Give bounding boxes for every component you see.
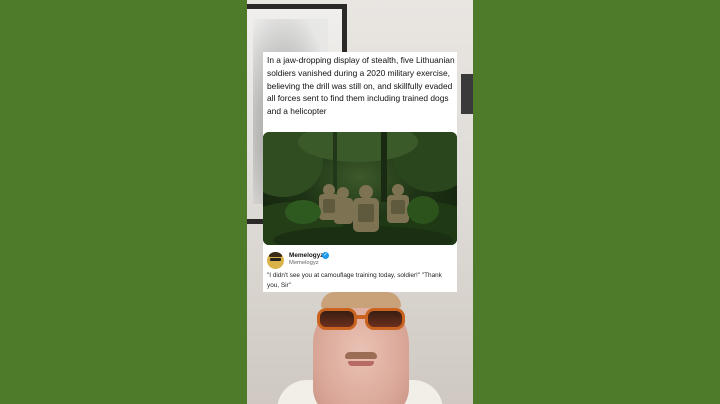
soldiers-illustration: [263, 132, 457, 245]
verified-badge-icon: ✓: [322, 252, 329, 259]
tweet-author-handle[interactable]: Memelogyz: [289, 260, 319, 266]
presenter-hair: [321, 292, 401, 308]
left-background-panel: [0, 0, 247, 404]
wall-fixture: [461, 74, 473, 114]
meme-caption: In a jaw-dropping display of stealth, fi…: [267, 55, 455, 117]
meme-card: In a jaw-dropping display of stealth, fi…: [263, 52, 457, 292]
avatar[interactable]: [267, 252, 284, 269]
right-background-panel: [473, 0, 720, 404]
soldiers-photo: [263, 132, 457, 245]
tweet-text: "I didn't see you at camouflage training…: [267, 272, 442, 289]
presenter: [247, 292, 473, 404]
video-frame[interactable]: In a jaw-dropping display of stealth, fi…: [247, 0, 473, 404]
sunglasses: [317, 308, 405, 332]
tweet-block: Memelogyz ✓ Memelogyz "I didn't see you …: [263, 249, 457, 292]
presenter-mouth: [348, 361, 374, 366]
tweet-author-name[interactable]: Memelogyz: [289, 252, 323, 259]
presenter-mustache: [345, 352, 377, 359]
